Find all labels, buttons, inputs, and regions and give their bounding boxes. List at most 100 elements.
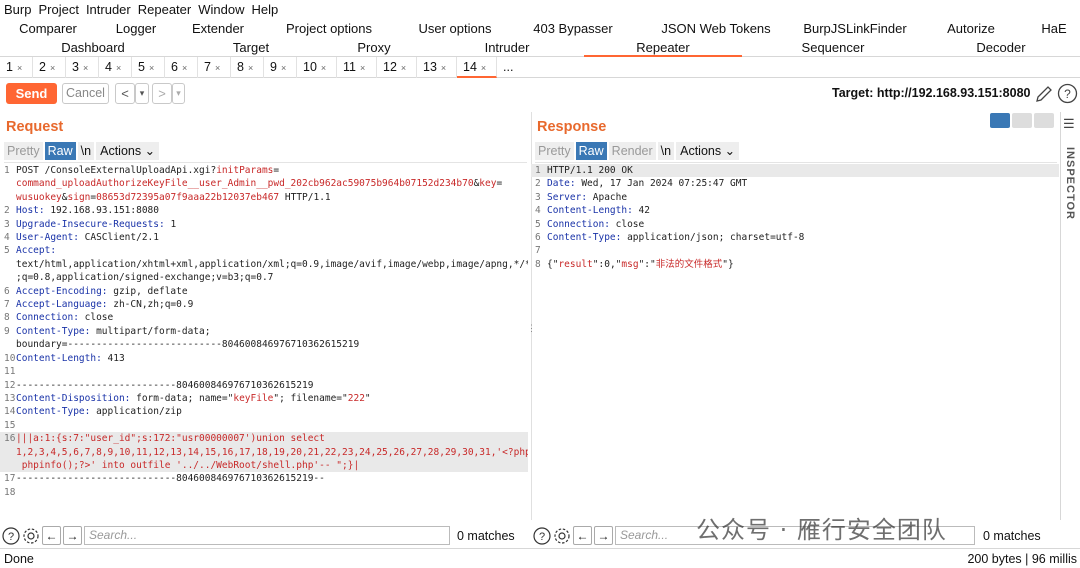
repeater-subtab[interactable]: 9 ×: [264, 57, 297, 78]
view-tab[interactable]: Pretty: [535, 142, 574, 160]
search-next-button[interactable]: →: [63, 526, 82, 545]
close-icon[interactable]: ×: [182, 63, 187, 73]
close-icon[interactable]: ×: [321, 63, 326, 73]
inspector-panel[interactable]: ☰ INSPECTOR: [1060, 112, 1080, 520]
back-button[interactable]: <: [115, 83, 135, 104]
side-by-side-layout-icon[interactable]: [990, 113, 1010, 128]
view-tab[interactable]: \n: [77, 142, 95, 160]
close-icon[interactable]: ×: [360, 63, 365, 73]
close-icon[interactable]: ×: [481, 63, 486, 73]
request-search-input[interactable]: Search...: [84, 526, 450, 545]
repeater-subtab[interactable]: 2 ×: [33, 57, 66, 78]
single-pane-layout-icon[interactable]: [1034, 113, 1054, 128]
search-previous-button[interactable]: ←: [573, 526, 592, 545]
request-editor[interactable]: 1 POST /ConsoleExternalUploadApi.xgi?init…: [0, 164, 528, 519]
tool-tab[interactable]: HaE: [1033, 19, 1075, 38]
tool-tab[interactable]: Dashboard: [10, 38, 176, 57]
repeater-subtab[interactable]: ...: [497, 57, 521, 78]
menu-item[interactable]: Project: [34, 2, 81, 17]
close-icon[interactable]: ×: [401, 63, 406, 73]
view-tab[interactable]: \n: [657, 142, 675, 160]
layout-toggle[interactable]: [990, 113, 1056, 128]
repeater-subtab[interactable]: 4 ×: [99, 57, 132, 78]
search-next-button[interactable]: →: [594, 526, 613, 545]
close-icon[interactable]: ×: [215, 63, 220, 73]
repeater-subtab[interactable]: 13 ×: [417, 57, 457, 78]
code-token: key: [479, 178, 497, 190]
menu-item[interactable]: Repeater: [134, 2, 194, 17]
close-icon[interactable]: ×: [17, 63, 22, 73]
inspector-label: INSPECTOR: [1064, 147, 1076, 220]
send-button[interactable]: Send: [6, 83, 57, 104]
tool-tab[interactable]: Comparer: [4, 19, 92, 38]
menu-item[interactable]: Intruder: [82, 2, 134, 17]
forward-button[interactable]: >: [152, 83, 172, 104]
menu-icon[interactable]: ☰: [1063, 116, 1075, 132]
line-text: Upgrade-Insecure-Requests: 1: [16, 218, 528, 231]
tool-tab[interactable]: Sequencer: [742, 38, 924, 57]
menu-item[interactable]: Burp: [0, 2, 34, 17]
tool-tab[interactable]: 403 Bypasser: [514, 19, 632, 38]
repeater-subtab[interactable]: 5 ×: [132, 57, 165, 78]
repeater-subtab[interactable]: 12 ×: [377, 57, 417, 78]
tool-tab[interactable]: Project options: [262, 19, 396, 38]
line-number: 11: [4, 366, 16, 378]
search-previous-button[interactable]: ←: [42, 526, 61, 545]
help-icon[interactable]: ?: [533, 526, 551, 545]
tool-tab[interactable]: User options: [396, 19, 514, 38]
close-icon[interactable]: ×: [248, 63, 253, 73]
repeater-subtab[interactable]: 3 ×: [66, 57, 99, 78]
actions-dropdown[interactable]: Actions ⌄: [676, 142, 740, 160]
line-number: [0, 271, 16, 284]
tool-tab[interactable]: BurpJSLinkFinder: [800, 19, 910, 38]
view-tab[interactable]: Raw: [575, 142, 607, 160]
target-label: Target: http://192.168.93.151:8080: [832, 86, 1031, 100]
repeater-subtab[interactable]: 14 ×: [457, 57, 497, 78]
view-tab[interactable]: Render: [608, 142, 656, 160]
close-icon[interactable]: ×: [281, 63, 286, 73]
cancel-button[interactable]: Cancel: [62, 83, 109, 104]
tool-tab[interactable]: Intruder: [422, 38, 592, 57]
code-token: Server:: [547, 191, 588, 203]
tool-tab[interactable]: Target: [176, 38, 326, 57]
view-tab[interactable]: Raw: [44, 142, 76, 160]
stacked-layout-icon[interactable]: [1012, 113, 1032, 128]
repeater-subtab[interactable]: 7 ×: [198, 57, 231, 78]
tool-tab[interactable]: Extender: [180, 19, 256, 38]
repeater-subtab[interactable]: 11 ×: [337, 57, 377, 78]
line-text: Connection: close: [16, 311, 528, 324]
repeater-subtab[interactable]: 8 ×: [231, 57, 264, 78]
code-line: boundary=---------------------------8046…: [0, 338, 528, 351]
view-tab[interactable]: Pretty: [4, 142, 43, 160]
close-icon[interactable]: ×: [116, 63, 121, 73]
svg-text:?: ?: [1064, 87, 1071, 101]
tool-tab[interactable]: Autorize: [930, 19, 1012, 38]
line-text: Content-Type: application/json; charset=…: [547, 231, 1059, 244]
response-editor[interactable]: 1 HTTP/1.1 200 OK 2 Date: Wed, 17 Jan 2024 …: [531, 164, 1059, 519]
line-number: 9: [4, 325, 10, 337]
close-icon[interactable]: ×: [149, 63, 154, 73]
menu-item[interactable]: Window: [194, 2, 247, 17]
close-icon[interactable]: ×: [83, 63, 88, 73]
code-token: Upgrade-Insecure-Requests:: [16, 218, 165, 230]
help-icon[interactable]: ?: [2, 526, 20, 545]
repeater-subtab[interactable]: 6 ×: [165, 57, 198, 78]
tool-tab[interactable]: Logger: [100, 19, 172, 38]
tool-tab[interactable]: Decoder: [924, 38, 1078, 57]
actions-dropdown[interactable]: Actions ⌄: [96, 142, 160, 160]
help-button[interactable]: ?: [1057, 83, 1078, 104]
tool-tab[interactable]: JSON Web Tokens: [632, 19, 800, 38]
gear-icon[interactable]: [553, 527, 571, 545]
subtab-label: 14: [463, 60, 477, 74]
menu-item[interactable]: Help: [247, 2, 281, 17]
close-icon[interactable]: ×: [441, 63, 446, 73]
repeater-subtab[interactable]: 10 ×: [297, 57, 337, 78]
gear-icon[interactable]: [22, 527, 40, 545]
edit-target-button[interactable]: [1034, 84, 1054, 104]
repeater-subtab[interactable]: 1 ×: [0, 57, 33, 78]
close-icon[interactable]: ×: [50, 63, 55, 73]
tool-tab[interactable]: Repeater: [584, 38, 742, 57]
forward-history-dropdown[interactable]: ▾: [172, 83, 185, 104]
tool-tab[interactable]: Proxy: [326, 38, 422, 57]
back-history-dropdown[interactable]: ▾: [135, 83, 149, 104]
